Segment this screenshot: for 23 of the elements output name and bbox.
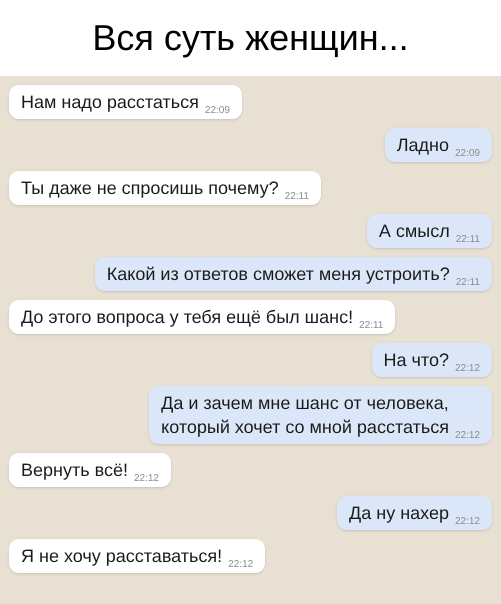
message-text: Я не хочу расставаться! — [21, 545, 222, 568]
message-text: Ладно — [396, 134, 449, 157]
page-title: Вся суть женщин... — [92, 16, 409, 60]
message-text: А смысл — [378, 220, 450, 243]
message-time: 22:09 — [204, 104, 230, 118]
message-time: 22:12 — [228, 558, 254, 572]
message-text: Да ну нахер — [349, 502, 449, 525]
message-text: Вернуть всё! — [21, 459, 128, 482]
message-time: 22:09 — [454, 147, 480, 161]
message-text: На что? — [384, 349, 449, 372]
message-time: 22:12 — [134, 472, 159, 486]
message-text: Нам надо расстаться — [21, 91, 199, 114]
message-time: 22:11 — [456, 233, 480, 247]
message-text: Да и зачем мне шанс от человека, который хочет со мной расстаться — [161, 392, 449, 439]
message-text: До этого вопроса у тебя ещё был шанс! — [21, 306, 354, 329]
message-time: 22:11 — [359, 319, 384, 333]
message-time: 22:12 — [454, 515, 480, 529]
message-time: 22:11 — [456, 276, 480, 290]
message-time: 22:12 — [454, 429, 480, 443]
message-time: 22:12 — [454, 362, 480, 376]
message-text: Какой из ответов сможет меня устроить? — [106, 263, 450, 286]
message-time: 22:11 — [284, 190, 309, 204]
message-text: Ты даже не спросишь почему? — [21, 177, 279, 200]
